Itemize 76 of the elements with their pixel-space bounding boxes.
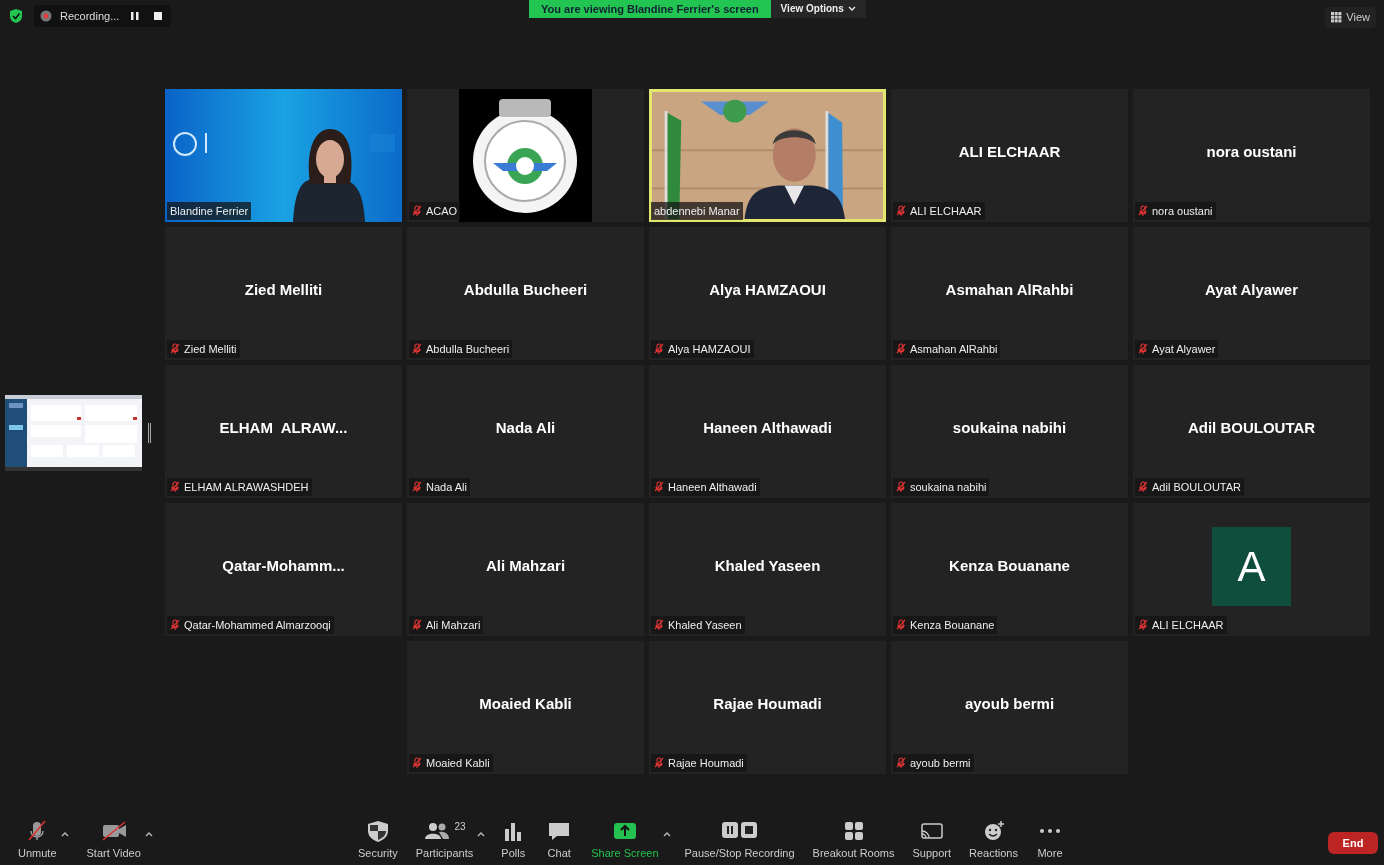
viewing-banner: You are viewing Blandine Ferrier's screen xyxy=(529,0,771,18)
shield-icon[interactable] xyxy=(10,9,22,23)
participant-name: Alya HAMZAOUI xyxy=(709,280,826,301)
participant-name: ayoub bermi xyxy=(964,694,1055,715)
name-label: Blandine Ferrier xyxy=(170,203,249,219)
name-label: ACAO xyxy=(426,203,458,219)
video-button[interactable]: Start Video xyxy=(82,818,145,865)
caret-button[interactable] xyxy=(477,830,486,837)
name-label: ELHAM ALRAWASHDEH xyxy=(184,479,309,495)
view-button[interactable]: View xyxy=(1325,7,1376,28)
recording-icon xyxy=(40,10,52,22)
caret-button[interactable] xyxy=(144,830,153,837)
participant-name: Nada Ali xyxy=(495,418,556,439)
view-label: View xyxy=(1346,10,1370,25)
breakout-button[interactable]: Breakout Rooms xyxy=(808,818,899,865)
participant-name: Moaied Kabli xyxy=(479,694,572,715)
chat-button[interactable]: Chat xyxy=(541,818,578,865)
name-label: soukaina nabihi xyxy=(910,479,987,495)
participant-name: Kenza Bouanane xyxy=(949,556,1070,577)
caret-button[interactable] xyxy=(662,830,671,837)
audio-button[interactable]: Unmute xyxy=(14,818,61,865)
caret-icon xyxy=(662,830,671,837)
name-label: Adil BOULOUTAR xyxy=(1152,479,1242,495)
name-label: Zied Melliti xyxy=(184,341,237,357)
polls-button[interactable]: Polls xyxy=(495,818,532,865)
participant-name: Ayat Alyawer xyxy=(1204,280,1299,301)
participant-name: Abdulla Bucheeri xyxy=(463,280,588,301)
resize-handle[interactable] xyxy=(148,422,151,443)
participant-name: Qatar-Mohamm... xyxy=(222,556,345,577)
participant-name: Adil BOULOUTAR xyxy=(1187,418,1316,439)
name-label: Abdulla Bucheeri xyxy=(426,341,510,357)
caret-icon xyxy=(144,830,153,837)
participant-name: soukaina nabihi xyxy=(952,418,1067,439)
name-label: Haneen Althawadi xyxy=(668,479,757,495)
recording-button[interactable]: Pause/Stop Recording xyxy=(680,818,799,865)
participant-name: Asmahan AlRahbi xyxy=(945,280,1074,301)
caret-icon xyxy=(60,830,69,837)
name-label: Nada Ali xyxy=(426,479,467,495)
name-label: Qatar-Mohammed Almarzooqi xyxy=(184,617,331,633)
avatar: A xyxy=(1212,527,1291,606)
name-label: Ayat Alyawer xyxy=(1152,341,1216,357)
chevron-icon xyxy=(847,6,856,12)
caret-icon xyxy=(477,830,486,837)
more-icon xyxy=(1039,828,1060,833)
participant-name: Khaled Yaseen xyxy=(714,556,821,577)
participant-name: Zied Melliti xyxy=(244,280,323,301)
support-button[interactable]: Support xyxy=(908,818,956,865)
recording-label: Recording... xyxy=(60,8,120,24)
participant-name: Rajae Houmadi xyxy=(713,694,822,715)
security-button[interactable]: Security xyxy=(354,818,402,865)
name-label: Rajae Houmadi xyxy=(668,755,744,771)
name-label: nora oustani xyxy=(1152,203,1213,219)
view-options-button[interactable]: View Options xyxy=(770,0,866,18)
name-label: abdennebi Manar xyxy=(654,203,740,219)
share-button[interactable]: Share Screen xyxy=(587,818,663,865)
participant-name: ELHAM ALRAW... xyxy=(219,418,348,439)
reactions-button[interactable]: Reactions xyxy=(965,818,1022,865)
participants-button[interactable]: 23 Participants xyxy=(411,818,478,865)
participant-name: Haneen Althawadi xyxy=(703,418,832,439)
caret-button[interactable] xyxy=(60,830,69,837)
name-label: Kenza Bouanane xyxy=(910,617,995,633)
participant-name: ALI ELCHAAR xyxy=(958,142,1061,163)
participant-name: Ali Mahzari xyxy=(485,556,566,577)
name-label: ALI ELCHAAR xyxy=(1152,617,1224,633)
name-label: Alya HAMZAOUI xyxy=(668,341,751,357)
name-label: Khaled Yaseen xyxy=(668,617,742,633)
participant-count: 23 xyxy=(454,819,466,834)
grid-icon xyxy=(1331,11,1343,23)
name-label: ALI ELCHAAR xyxy=(910,203,982,219)
end-button[interactable]: End xyxy=(1328,832,1378,854)
name-label: Asmahan AlRahbi xyxy=(910,341,998,357)
name-label: Moaied Kabli xyxy=(426,755,490,771)
participant-name: nora oustani xyxy=(1206,142,1297,163)
name-label: ayoub bermi xyxy=(910,755,971,771)
more-button[interactable]: More xyxy=(1031,818,1068,865)
name-label: Ali Mahzari xyxy=(426,617,481,633)
